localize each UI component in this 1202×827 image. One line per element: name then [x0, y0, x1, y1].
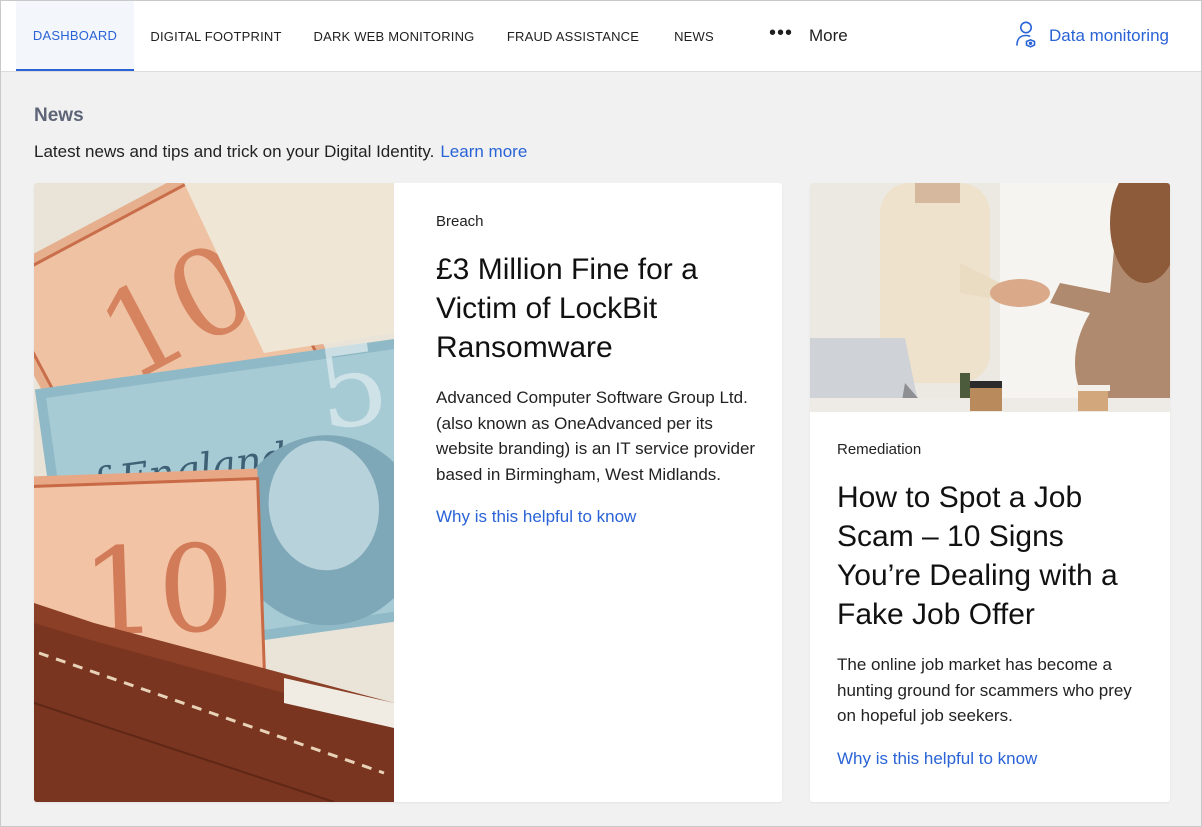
article-body: Breach £3 Million Fine for a Victim of L… — [436, 213, 756, 527]
tab-dark-web-monitoring[interactable]: DARK WEB MONITORING — [306, 1, 482, 71]
article-card-breach[interactable]: 10 of England 5 10 — [34, 183, 782, 802]
handshake-photo — [810, 183, 1170, 412]
section-subtitle-text: Latest news and tips and trick on your D… — [34, 142, 435, 161]
top-nav: DASHBOARD DIGITAL FOOTPRINT DARK WEB MON… — [1, 1, 1201, 72]
article-title[interactable]: How to Spot a Job Scam – 10 Signs You’re… — [837, 478, 1147, 634]
article-category: Remediation — [837, 441, 922, 458]
why-helpful-link[interactable]: Why is this helpful to know — [436, 507, 636, 527]
tab-news[interactable]: NEWS — [664, 1, 724, 71]
article-card-remediation[interactable]: Remediation How to Spot a Job Scam – 10 … — [810, 183, 1170, 802]
banknotes-in-wallet-photo: 10 of England 5 10 — [34, 183, 451, 802]
app-frame: DASHBOARD DIGITAL FOOTPRINT DARK WEB MON… — [0, 0, 1202, 827]
more-menu-button[interactable]: ••• More — [769, 1, 848, 71]
why-helpful-link[interactable]: Why is this helpful to know — [837, 749, 1037, 769]
learn-more-link[interactable]: Learn more — [440, 142, 527, 161]
section-subtitle: Latest news and tips and trick on your D… — [34, 142, 527, 162]
article-category: Breach — [436, 213, 484, 230]
more-label: More — [809, 26, 848, 45]
tab-fraud-assistance[interactable]: FRAUD ASSISTANCE — [498, 1, 648, 71]
user-shield-icon — [1015, 20, 1039, 53]
tab-dashboard[interactable]: DASHBOARD — [16, 1, 134, 71]
ellipsis-icon: ••• — [769, 22, 794, 44]
article-title[interactable]: £3 Million Fine for a Victim of LockBit … — [436, 250, 756, 367]
data-monitoring-label: Data monitoring — [1048, 26, 1169, 45]
tab-digital-footprint[interactable]: DIGITAL FOOTPRINT — [142, 1, 290, 71]
section-title: News — [34, 105, 84, 126]
article-body: Remediation How to Spot a Job Scam – 10 … — [837, 441, 1147, 769]
article-description: The online job market has become a hunti… — [837, 655, 1132, 725]
data-monitoring-button[interactable]: Data monitoring — [1015, 1, 1169, 71]
article-description: Advanced Computer Software Group Ltd. (a… — [436, 388, 756, 484]
